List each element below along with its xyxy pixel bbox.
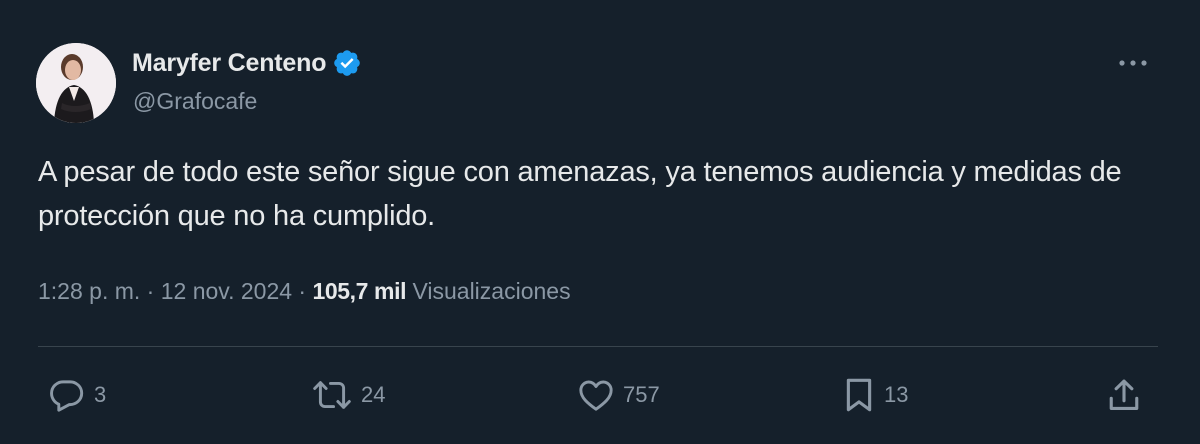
- retweet-count: 24: [361, 382, 386, 407]
- author-name-row: Maryfer Centeno: [132, 46, 362, 80]
- heart-icon: [579, 380, 613, 411]
- bookmark-button[interactable]: 13: [842, 377, 908, 413]
- like-count: 757: [623, 382, 660, 407]
- divider: [38, 346, 1158, 347]
- author-handle[interactable]: @Grafocafe: [133, 88, 257, 115]
- verified-badge-icon: [332, 48, 362, 78]
- avatar-image: [36, 43, 116, 123]
- tweet-card: Maryfer Centeno @Grafocafe A pesar de to…: [0, 0, 1200, 444]
- views-count[interactable]: 105,7 mil: [312, 278, 406, 304]
- reply-count: 3: [94, 382, 107, 407]
- reply-button[interactable]: 3: [48, 377, 106, 413]
- author-display-name[interactable]: Maryfer Centeno: [132, 49, 326, 78]
- meta-separator: ·: [298, 278, 307, 304]
- meta-separator: ·: [146, 278, 155, 304]
- share-icon: [1109, 379, 1139, 410]
- retweet-icon: [313, 381, 351, 409]
- like-button[interactable]: 757: [577, 377, 660, 413]
- views-label[interactable]: Visualizaciones: [412, 278, 570, 304]
- tweet-date[interactable]: 12 nov. 2024: [161, 278, 292, 304]
- share-button[interactable]: [1106, 377, 1142, 413]
- more-horizontal-icon: [1119, 60, 1147, 66]
- bookmark-count: 13: [884, 382, 909, 407]
- avatar[interactable]: [36, 43, 116, 123]
- bookmark-icon: [846, 378, 872, 412]
- retweet-button[interactable]: 24: [311, 377, 385, 413]
- tweet-text: A pesar de todo este señor sigue con ame…: [38, 156, 1122, 232]
- more-options-button[interactable]: [1116, 48, 1150, 78]
- reply-icon: [50, 380, 84, 412]
- tweet-time[interactable]: 1:28 p. m.: [38, 278, 140, 304]
- tweet-meta: 1:28 p. m. · 12 nov. 2024 · 105,7 mil Vi…: [38, 278, 571, 305]
